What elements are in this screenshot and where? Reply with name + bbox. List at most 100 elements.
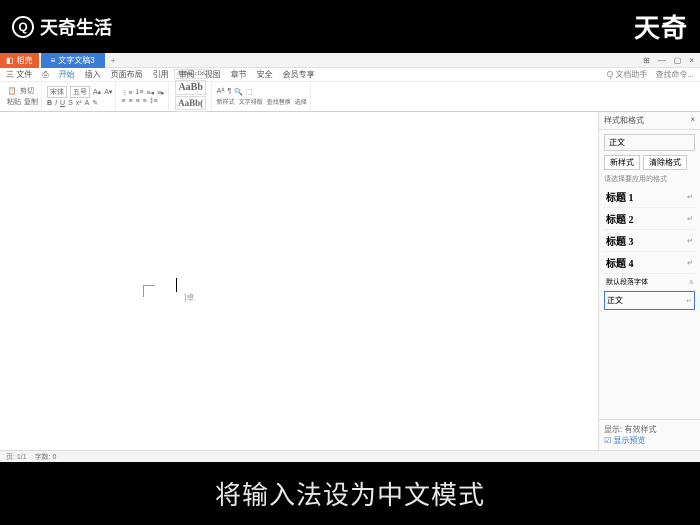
select-label: 选择 [295, 97, 307, 106]
style-item-h1[interactable]: 标题 1↵ [604, 186, 695, 208]
new-style-button[interactable]: 新样式 [604, 155, 640, 170]
align-left-icon[interactable]: ≡ [121, 98, 125, 105]
align-right-icon[interactable]: ≡ [136, 98, 140, 105]
styles-group: AaBbCcDd AaBb AaBb( AaBbC [171, 82, 212, 111]
page-indicator: ]卓 [184, 292, 194, 303]
menu-reference[interactable]: 引用 [153, 69, 169, 80]
brand-logo: Q 天奇生活 [12, 14, 112, 40]
search-command[interactable]: 查找命令... [655, 69, 694, 80]
title-bar: ◧ 稻壳 ≡ 文字文稿3 + ⊞ — ▢ × [0, 53, 700, 68]
status-bar: 页: 1/1 字数: 0 [0, 450, 700, 462]
document-canvas[interactable]: ]卓 [0, 112, 598, 450]
style-normal[interactable]: AaBbCcDd [174, 69, 208, 79]
bullets-icon[interactable]: ⋮≡ [121, 89, 132, 97]
text-cursor [176, 278, 177, 292]
font-color-button[interactable]: A [85, 100, 90, 107]
panel-header: 样式和格式 × [599, 112, 700, 130]
menu-chapter[interactable]: 章节 [231, 69, 247, 80]
paragraph-group: ⋮≡ 1≡ ≡◂ ≡▸ ≡ ≡ ≡ ≡ ‡≡ [118, 82, 168, 111]
cut-button[interactable]: 剪切 [20, 86, 34, 96]
style-h1[interactable]: AaBb [175, 80, 205, 95]
home-icon: ◧ [6, 56, 14, 65]
tab-document[interactable]: ≡ 文字文稿3 [41, 53, 105, 68]
style-item-h4[interactable]: 标题 4↵ [604, 252, 695, 274]
superscript-button[interactable]: x² [76, 100, 82, 107]
highlight-button[interactable]: ✎ [92, 99, 98, 107]
text-tools-label: 文字排版 [239, 97, 263, 106]
align-center-icon[interactable]: ≡ [128, 98, 132, 105]
menu-start[interactable]: 开始 [59, 69, 75, 80]
font-group: 宋体 五号 A▴ A▾ B I U S x² A ✎ [44, 82, 116, 111]
panel-close-button[interactable]: × [690, 115, 695, 126]
paste-button[interactable]: 粘贴 [7, 97, 21, 107]
copy-button[interactable]: 复制 [24, 97, 38, 107]
find-label: 查找替换 [267, 97, 291, 106]
size-select[interactable]: 五号 [70, 86, 90, 98]
tab-new[interactable]: + [105, 54, 122, 67]
paste-icon[interactable]: 📋 [7, 86, 17, 96]
menu-insert[interactable]: 插入 [85, 69, 101, 80]
status-words: 字数: 0 [35, 452, 57, 462]
align-justify-icon[interactable]: ≡ [143, 98, 147, 105]
page-corner-mark [143, 285, 155, 297]
italic-button[interactable]: I [55, 100, 57, 107]
text-tools-icon[interactable]: ¶ [228, 88, 232, 95]
status-page: 页: 1/1 [6, 452, 27, 462]
tab-home-label: 稻壳 [17, 55, 33, 66]
brand-text: 天奇生活 [40, 14, 112, 40]
show-filter[interactable]: 显示: 有效样式 [604, 424, 695, 435]
video-bottom-overlay: 将输入法设为中文模式 [0, 462, 700, 525]
strike-button[interactable]: S [68, 100, 73, 107]
tab-home[interactable]: ◧ 稻壳 [0, 53, 39, 68]
brand-icon: Q [12, 16, 34, 38]
style-item-h2[interactable]: 标题 2↵ [604, 208, 695, 230]
menu-save-icon[interactable]: ⎙ [42, 70, 48, 80]
settings-icon[interactable]: ⊞ [643, 56, 650, 65]
font-shrink-icon[interactable]: A▾ [104, 88, 112, 96]
window-controls: ⊞ — ▢ × [643, 56, 700, 65]
style-item-default-font[interactable]: 默认段落字体a [604, 274, 695, 291]
pick-label: 请选择要应用的格式 [604, 174, 695, 184]
styles-panel: 样式和格式 × 正文 新样式 清除格式 请选择要应用的格式 标题 1↵ 标题 2… [598, 112, 700, 450]
clear-format-button[interactable]: 清除格式 [643, 155, 687, 170]
style-list: 标题 1↵ 标题 2↵ 标题 3↵ 标题 4↵ 默认段落字体a 正文↵ [604, 186, 695, 310]
indent-left-icon[interactable]: ≡◂ [146, 89, 154, 97]
menu-member[interactable]: 会员专享 [283, 69, 315, 80]
indent-right-icon[interactable]: ≡▸ [157, 89, 165, 97]
ribbon-toolbar: 📋 剪切 粘贴 复制 宋体 五号 A▴ A▾ B I U [0, 82, 700, 112]
new-style-label: 新样式 [217, 97, 235, 106]
menu-layout[interactable]: 页面布局 [111, 69, 143, 80]
style-item-normal[interactable]: 正文↵ [604, 291, 695, 310]
close-icon[interactable]: × [689, 56, 694, 65]
wps-window: ◧ 稻壳 ≡ 文字文稿3 + ⊞ — ▢ × 三 文件 ⎙ 开始 插入 页面布局… [0, 53, 700, 462]
menu-file[interactable]: 三 文件 [6, 69, 32, 80]
underline-button[interactable]: U [60, 100, 65, 107]
current-style-display: 正文 [604, 134, 695, 151]
doc-icon: ≡ [51, 56, 56, 65]
tab-doc-label: 文字文稿3 [58, 55, 94, 66]
minimize-icon[interactable]: — [658, 56, 666, 65]
corner-watermark: 天奇 [634, 8, 688, 45]
select-icon[interactable]: ⬚ [246, 88, 253, 96]
video-top-overlay: Q 天奇生活 天奇 [0, 0, 700, 53]
doc-helper[interactable]: Q 文档助手 [607, 69, 647, 80]
editor-area: ]卓 样式和格式 × 正文 新样式 清除格式 请选择要应用的格式 标题 1↵ [0, 112, 700, 450]
maximize-icon[interactable]: ▢ [674, 56, 682, 65]
find-icon[interactable]: 🔍 [234, 88, 243, 96]
style-h2[interactable]: AaBb( [175, 96, 206, 110]
clipboard-group: 📋 剪切 粘贴 复制 [4, 82, 42, 111]
font-select[interactable]: 宋体 [47, 86, 67, 98]
line-spacing-icon[interactable]: ‡≡ [150, 98, 158, 105]
style-item-h3[interactable]: 标题 3↵ [604, 230, 695, 252]
tools-group: Aᴬ ¶ 🔍 ⬚ 新样式 文字排版 查找替换 选择 [214, 82, 311, 111]
subtitle-text: 将输入法设为中文模式 [215, 475, 485, 512]
panel-footer: 显示: 有效样式 ☑ 显示预览 [599, 419, 700, 450]
new-style-icon[interactable]: Aᴬ [217, 88, 225, 95]
menu-bar: 三 文件 ⎙ 开始 插入 页面布局 引用 审阅 视图 章节 安全 会员专享 Q … [0, 68, 700, 82]
numbering-icon[interactable]: 1≡ [135, 89, 143, 96]
menu-security[interactable]: 安全 [257, 69, 273, 80]
bold-button[interactable]: B [47, 100, 52, 107]
show-preview-toggle[interactable]: ☑ 显示预览 [604, 435, 695, 446]
panel-title: 样式和格式 [604, 115, 644, 126]
font-grow-icon[interactable]: A▴ [93, 88, 101, 96]
